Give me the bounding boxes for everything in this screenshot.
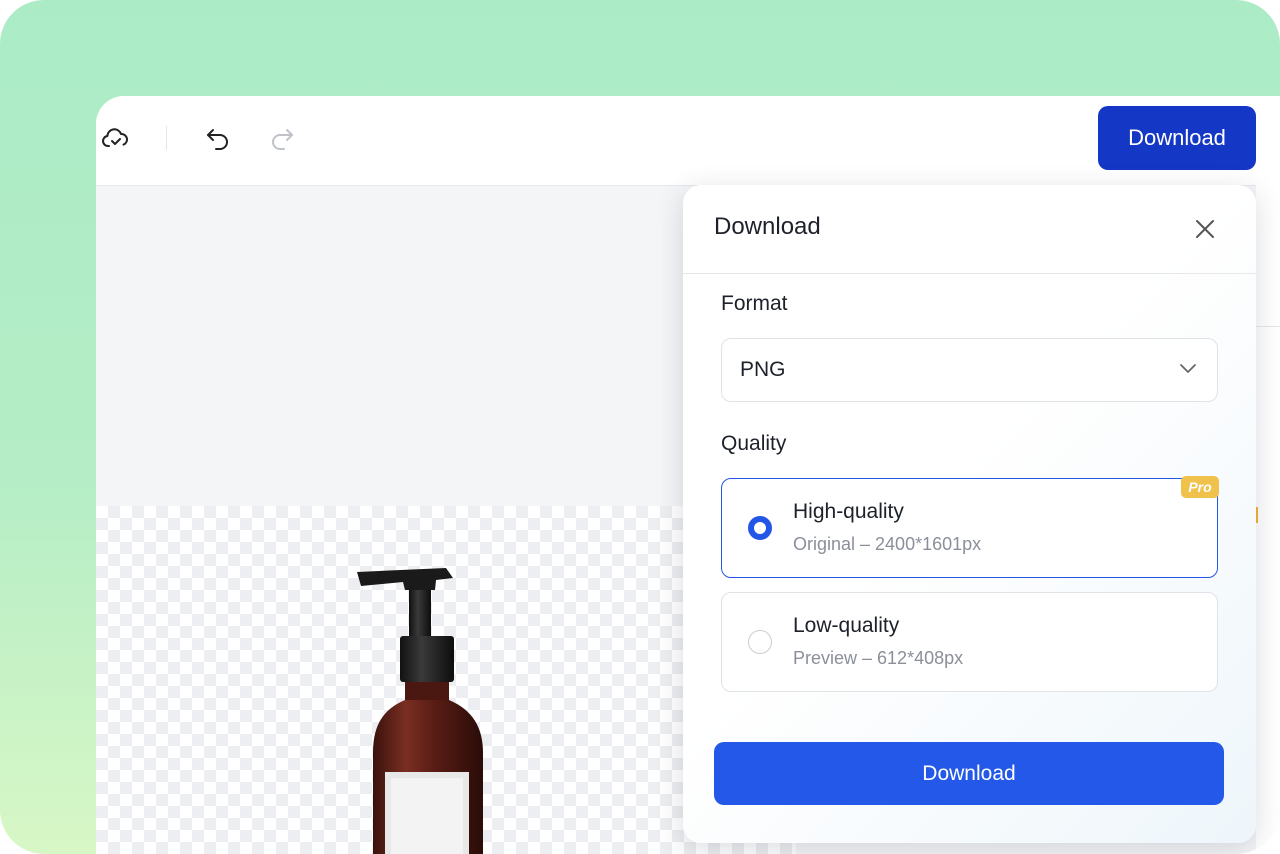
accent-mark <box>1256 507 1258 523</box>
product-image <box>357 568 483 854</box>
right-panel-edge <box>1256 185 1280 854</box>
toolbar-divider <box>166 126 167 150</box>
format-label: Format <box>721 292 788 315</box>
format-value: PNG <box>740 358 786 381</box>
dialog-header: Download <box>683 185 1256 274</box>
download-dialog: Download Format PNG Quality High-quality… <box>683 185 1256 843</box>
toolbar: Download <box>96 96 1280 186</box>
download-button[interactable]: Download <box>714 742 1224 805</box>
low-quality-option[interactable]: Low-quality Preview – 612*408px <box>721 592 1218 692</box>
undo-icon[interactable] <box>204 124 232 152</box>
chevron-down-icon <box>1179 361 1197 379</box>
option-title: Low-quality <box>793 614 900 637</box>
toolbar-download-button[interactable]: Download <box>1098 106 1256 170</box>
dialog-title: Download <box>714 213 821 240</box>
redo-icon[interactable] <box>268 124 296 152</box>
radio-unselected[interactable] <box>748 630 772 654</box>
quality-label: Quality <box>721 432 787 455</box>
option-subtitle: Original – 2400*1601px <box>793 534 982 554</box>
close-icon[interactable] <box>1191 215 1219 243</box>
divider <box>1256 326 1280 327</box>
app-frame: Download Download Format PNG Quality Hig… <box>0 0 1280 854</box>
cloud-check-icon[interactable] <box>100 124 132 152</box>
high-quality-option[interactable]: High-quality Original – 2400*1601px <box>721 478 1218 578</box>
radio-selected[interactable] <box>748 516 772 540</box>
option-subtitle: Preview – 612*408px <box>793 648 964 668</box>
pro-badge: Pro <box>1181 476 1219 498</box>
format-select[interactable]: PNG <box>721 338 1218 402</box>
option-title: High-quality <box>793 500 904 523</box>
